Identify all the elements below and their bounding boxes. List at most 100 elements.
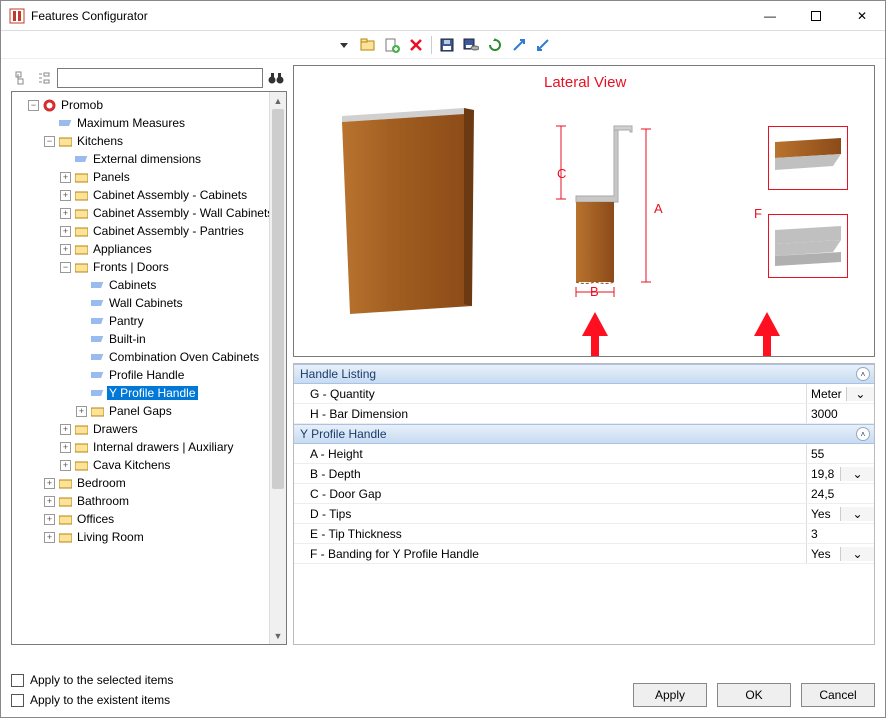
tree-node[interactable]: Profile Handle [14,366,284,384]
expand-diag-icon[interactable] [510,36,528,54]
tree-node[interactable]: +Cabinet Assembly - Pantries [14,222,284,240]
maximize-button[interactable] [793,1,839,31]
tree-node[interactable]: +Panels [14,168,284,186]
ok-button[interactable]: OK [717,683,791,707]
chevron-down-icon[interactable]: ⌄ [840,547,874,561]
expand-icon[interactable]: + [60,442,71,453]
tree-node[interactable]: +Bathroom [14,492,284,510]
section-y-profile-handle[interactable]: Y Profile Handle˄ [294,424,874,444]
ruler-icon [90,314,104,328]
expand-icon[interactable]: + [60,172,71,183]
expand-icon[interactable]: + [76,406,87,417]
folder-icon [74,170,88,184]
tree-node[interactable]: Maximum Measures [14,114,284,132]
folder-icon [58,476,72,490]
prop-row: A - Height [294,444,874,464]
tree-node[interactable]: +Panel Gaps [14,402,284,420]
scroll-up-icon[interactable]: ▲ [270,92,286,109]
tree-node-fronts-doors[interactable]: −Fronts | Doors [14,258,284,276]
tree-node[interactable]: +Drawers [14,420,284,438]
expand-icon[interactable]: + [60,460,71,471]
dim-b-label: B [590,284,599,299]
folder-icon [74,458,88,472]
prop-value-input[interactable] [806,484,874,503]
prop-value-combo[interactable]: Yes⌄ [806,504,874,523]
scroll-down-icon[interactable]: ▼ [270,627,286,644]
apply-existent-checkbox[interactable]: Apply to the existent items [11,693,623,707]
toolbar-dropdown-icon[interactable] [335,36,353,54]
tree-node-y-profile-handle[interactable]: Y Profile Handle [14,384,284,402]
close-button[interactable]: ✕ [839,1,885,31]
expand-icon[interactable]: + [44,496,55,507]
refresh-icon[interactable] [486,36,504,54]
tree-scrollbar[interactable]: ▲ ▼ [269,92,286,644]
apply-button[interactable]: Apply [633,683,707,707]
section-handle-listing[interactable]: Handle Listing˄ [294,364,874,384]
thumb-f-top [768,126,848,190]
expand-icon[interactable]: + [44,532,55,543]
prop-value-combo[interactable]: Yes⌄ [806,544,874,563]
prop-row: B - Depth19,8⌄ [294,464,874,484]
tree-node[interactable]: Combination Oven Cabinets [14,348,284,366]
tree-node[interactable]: +Cava Kitchens [14,456,284,474]
tree-node[interactable]: +Internal drawers | Auxiliary [14,438,284,456]
tree-node[interactable]: +Cabinet Assembly - Wall Cabinets [14,204,284,222]
tree-node[interactable]: +Living Room [14,528,284,546]
tree-node[interactable]: Built-in [14,330,284,348]
checkbox-icon[interactable] [11,694,24,707]
prop-value-combo[interactable]: Meter⌄ [806,384,874,403]
tree-node-promob[interactable]: −Promob [14,96,284,114]
collapse-diag-icon[interactable] [534,36,552,54]
tree-node[interactable]: +Cabinet Assembly - Cabinets [14,186,284,204]
expand-icon[interactable]: + [60,208,71,219]
prop-value-input[interactable] [806,444,874,463]
expand-icon[interactable]: + [44,478,55,489]
collapse-icon[interactable]: − [44,136,55,147]
tree-node[interactable]: Pantry [14,312,284,330]
chevron-up-icon[interactable]: ˄ [856,367,870,381]
apply-selected-checkbox[interactable]: Apply to the selected items [11,673,623,687]
ruler-icon [90,368,104,382]
expand-icon[interactable]: + [44,514,55,525]
tree-search-input[interactable] [57,68,263,88]
chevron-down-icon[interactable]: ⌄ [846,387,874,401]
minimize-button[interactable]: — [747,1,793,31]
prop-value-input[interactable] [806,404,874,423]
scroll-thumb[interactable] [272,109,284,489]
chevron-down-icon[interactable]: ⌄ [840,467,874,481]
collapse-icon[interactable]: − [28,100,39,111]
tree-node[interactable]: Cabinets [14,276,284,294]
prop-value-input[interactable] [806,524,874,543]
save-icon[interactable] [438,36,456,54]
tree-node[interactable]: Wall Cabinets [14,294,284,312]
preview-panel: Lateral View [293,65,875,357]
chevron-down-icon[interactable]: ⌄ [840,507,874,521]
expand-icon[interactable]: + [60,244,71,255]
expand-icon[interactable]: + [60,190,71,201]
binoculars-icon[interactable] [267,69,285,87]
separator [431,36,432,54]
tree-tool-2-icon[interactable] [35,69,53,87]
prop-row: C - Door Gap [294,484,874,504]
tree-node[interactable]: External dimensions [14,150,284,168]
checkbox-icon[interactable] [11,674,24,687]
expand-icon[interactable]: + [60,424,71,435]
chevron-up-icon[interactable]: ˄ [856,427,870,441]
collapse-icon[interactable]: − [60,262,71,273]
save-db-icon[interactable] [462,36,480,54]
tree-node[interactable]: +Offices [14,510,284,528]
preview-title: Lateral View [544,74,626,91]
prop-name: C - Door Gap [294,487,806,501]
expand-icon[interactable]: + [60,226,71,237]
tree-tool-1-icon[interactable] [13,69,31,87]
folder-icon [58,494,72,508]
delete-icon[interactable] [407,36,425,54]
cancel-button[interactable]: Cancel [801,683,875,707]
tree-node-kitchens[interactable]: −Kitchens [14,132,284,150]
prop-value-combo[interactable]: 19,8⌄ [806,464,874,483]
tree-node[interactable]: +Bedroom [14,474,284,492]
insert-icon[interactable] [383,36,401,54]
open-icon[interactable] [359,36,377,54]
tree-node[interactable]: +Appliances [14,240,284,258]
prop-row: H - Bar Dimension [294,404,874,424]
